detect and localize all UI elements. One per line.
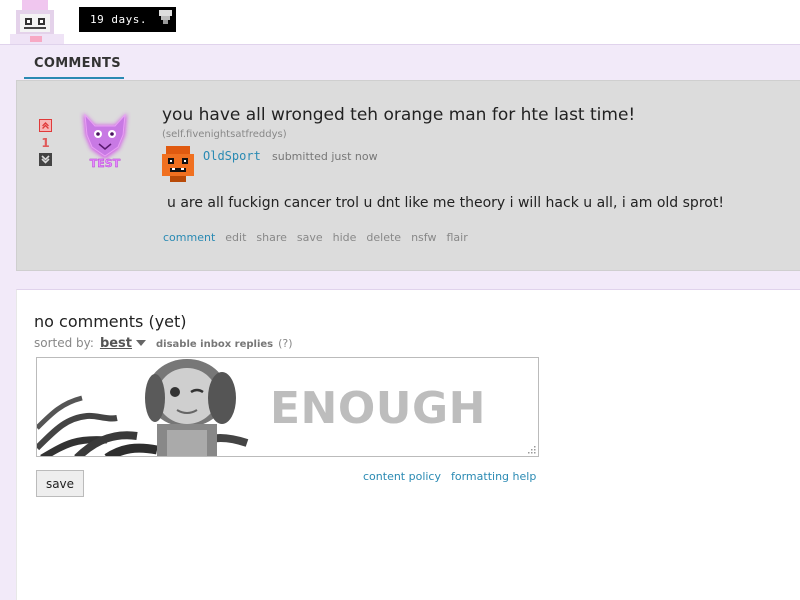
author-link[interactable]: OldSport (203, 149, 261, 163)
disable-inbox-replies[interactable]: disable inbox replies (156, 339, 273, 350)
sort-dropdown[interactable]: best (100, 336, 132, 351)
comment-textarea[interactable]: ENOUGH (36, 357, 539, 457)
post-domain[interactable]: (self.fivenightsatfreddys) (162, 129, 287, 140)
tab-comments[interactable]: COMMENTS (24, 49, 124, 79)
comment-link[interactable]: comment (163, 231, 215, 244)
downvote-arrow-icon[interactable] (39, 153, 52, 166)
post-title[interactable]: you have all wronged teh orange man for … (162, 105, 635, 125)
robot-figure-image (37, 359, 249, 456)
comment-box-text: ENOUGH (270, 383, 486, 434)
countdown-text: 19 days. (90, 13, 147, 26)
hide-link[interactable]: hide (333, 231, 357, 244)
author-avatar (162, 146, 194, 182)
resize-handle-icon[interactable] (527, 445, 536, 454)
help-link[interactable]: (?) (278, 337, 292, 350)
post-body: u are all fuckign cancer trol u dnt like… (167, 195, 724, 211)
vote-score: 1 (41, 136, 50, 150)
comments-heading: no comments (yet) (34, 312, 187, 331)
sort-row: sorted by: best disable inbox replies (?… (34, 336, 293, 351)
upvote-arrow-icon[interactable] (39, 119, 52, 132)
share-link[interactable]: share (256, 231, 287, 244)
editor-links: content policy formatting help (363, 470, 536, 483)
post-thumbnail[interactable]: TEST (73, 105, 137, 171)
nsfw-link[interactable]: nsfw (411, 231, 436, 244)
delete-link[interactable]: delete (366, 231, 401, 244)
comments-section: no comments (yet) sorted by: best disabl… (16, 289, 800, 600)
submitted-time: submitted just now (272, 150, 378, 163)
sort-label: sorted by: (34, 336, 94, 350)
flair-link[interactable]: flair (446, 231, 467, 244)
content-policy-link[interactable]: content policy (363, 470, 441, 483)
edit-link[interactable]: edit (225, 231, 246, 244)
save-button[interactable]: save (36, 470, 84, 497)
post: 1 TEST you have all wronged teh orange m… (16, 80, 800, 271)
chevron-down-icon[interactable] (136, 340, 147, 346)
tab-label: COMMENTS (34, 55, 121, 71)
header: 19 days. (0, 0, 800, 45)
thumbnail-text: TEST (90, 157, 121, 170)
site-logo[interactable] (10, 0, 64, 44)
save-link[interactable]: save (297, 231, 323, 244)
post-actions: comment edit share save hide delete nsfw… (163, 231, 468, 244)
formatting-help-link[interactable]: formatting help (451, 470, 536, 483)
countdown-timer: 19 days. (79, 7, 176, 32)
badge-icon (159, 10, 172, 24)
